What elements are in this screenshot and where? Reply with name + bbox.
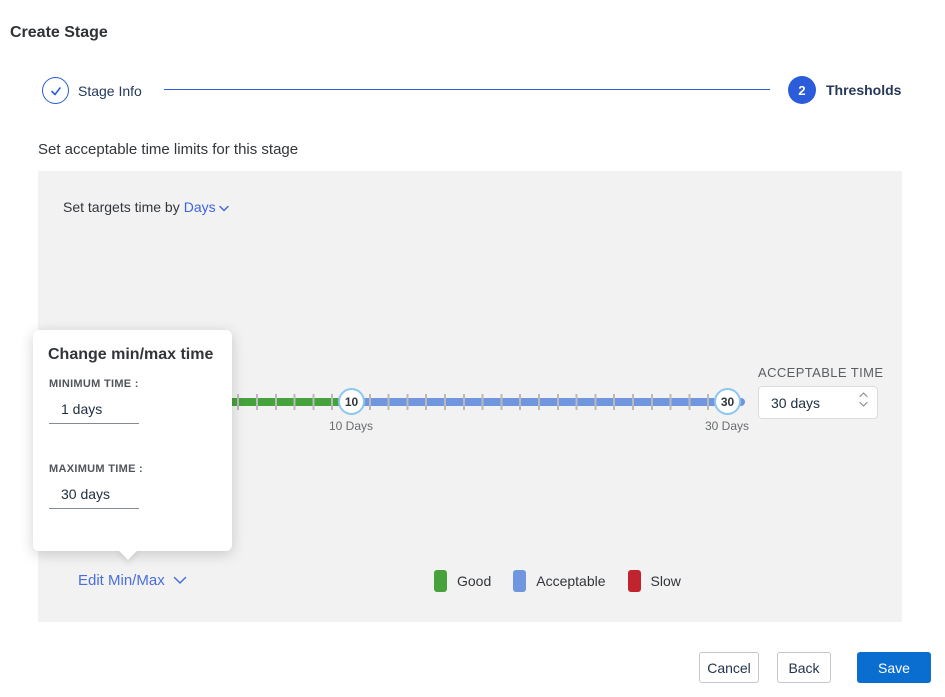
slider-min-label: 10 Days [316, 419, 386, 433]
good-swatch [434, 570, 447, 592]
legend-item-slow: Slow [628, 570, 681, 592]
stepper-arrows[interactable] [859, 392, 868, 407]
acceptable-time-input[interactable] [771, 395, 851, 411]
change-minmax-popup: Change min/max time MINIMUM TIME : MAXIM… [33, 330, 232, 551]
section-heading: Set acceptable time limits for this stag… [38, 141, 298, 158]
back-button[interactable]: Back [777, 652, 831, 683]
slider-min-handle-value: 10 [345, 395, 358, 409]
edit-minmax-label: Edit Min/Max [78, 572, 165, 589]
minimum-time-input[interactable] [49, 397, 139, 424]
save-button[interactable]: Save [857, 652, 931, 683]
cancel-button[interactable]: Cancel [699, 652, 759, 683]
acceptable-time-field[interactable] [758, 386, 878, 419]
slider-max-handle[interactable]: 30 [714, 388, 741, 415]
step-stage-info-label: Stage Info [78, 83, 142, 99]
step2-active-indicator[interactable]: 2 [788, 76, 816, 104]
popup-title: Change min/max time [48, 346, 213, 364]
target-unit-dropdown[interactable]: Days [184, 199, 229, 215]
set-targets-prefix: Set targets time by [63, 199, 180, 215]
slider-min-handle[interactable]: 10 [338, 388, 365, 415]
legend-label-slow: Slow [651, 573, 681, 589]
slow-swatch [628, 570, 641, 592]
chevron-down-icon [859, 401, 868, 407]
maximum-time-label: MAXIMUM TIME : [49, 463, 143, 475]
acceptable-time-label: ACCEPTABLE TIME [758, 365, 883, 380]
legend-item-acceptable: Acceptable [513, 570, 605, 592]
slider-max-label: 30 Days [692, 419, 762, 433]
chevron-down-icon [219, 199, 229, 215]
acceptable-swatch [513, 570, 526, 592]
threshold-legend: Good Acceptable Slow [434, 570, 681, 592]
step-thresholds-label: Thresholds [826, 82, 901, 98]
edit-minmax-link[interactable]: Edit Min/Max [78, 572, 187, 589]
target-unit-value: Days [184, 199, 216, 215]
page-title: Create Stage [10, 24, 108, 42]
chevron-down-icon [173, 576, 187, 585]
check-icon [49, 84, 63, 98]
chevron-up-icon [859, 392, 868, 398]
set-targets-row: Set targets time by Days [63, 199, 229, 215]
legend-label-good: Good [457, 573, 491, 589]
step1-complete-indicator[interactable] [42, 77, 69, 104]
slider-max-handle-value: 30 [721, 395, 734, 409]
step2-number: 2 [798, 83, 805, 98]
legend-label-acceptable: Acceptable [536, 573, 605, 589]
maximum-time-input[interactable] [49, 482, 139, 509]
legend-item-good: Good [434, 570, 491, 592]
minimum-time-label: MINIMUM TIME : [49, 378, 139, 390]
stepper-connector-line [164, 89, 770, 90]
